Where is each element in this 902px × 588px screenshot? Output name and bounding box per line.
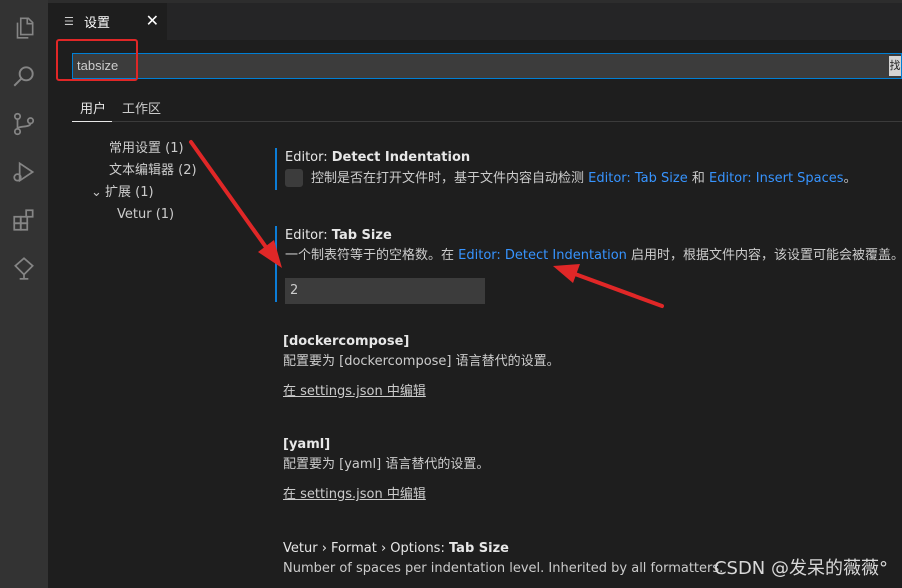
setting-description: 控制是否在打开文件时，基于文件内容自动检测 Editor: Tab Size 和… (285, 168, 902, 189)
tab-settings-label: 设置 (84, 16, 111, 31)
setting-name: Detect Indentation (331, 150, 471, 165)
tab-size-input[interactable]: 2 (285, 278, 485, 304)
link-editor-detect-indentation[interactable]: Editor: Detect Indentation (458, 248, 627, 263)
extensions-icon[interactable] (0, 196, 48, 244)
search-value: tabsize (77, 58, 119, 73)
desc-text: 控制是否在打开文件时，基于文件内容自动检测 (311, 171, 589, 186)
setting-title: Editor: Detect Indentation (285, 148, 902, 168)
chevron-down-icon: ⌄ (91, 185, 102, 200)
run-debug-icon[interactable] (0, 148, 48, 196)
activity-bar (0, 0, 48, 588)
desc-text: 一个制表符等于的空格数。在 (285, 248, 459, 263)
toc-item-extensions-label: 扩展 (1) (105, 185, 154, 200)
toc-item-text-editor[interactable]: 文本编辑器 (2) (109, 160, 197, 182)
remote-explorer-icon[interactable] (0, 244, 48, 292)
settings-scope-tabs: 用户 工作区 (72, 90, 902, 122)
setting-name: Tab Size (448, 541, 509, 556)
toc-item-extensions[interactable]: ⌄ 扩展 (1) (91, 182, 154, 204)
watermark: CSDN @发呆的薇薇° (713, 558, 888, 579)
settings-search-input[interactable]: tabsize 找 (72, 53, 902, 79)
edit-in-settings-json-link[interactable]: 在 settings.json 中编辑 (283, 485, 902, 505)
setting-tab-size: Editor: Tab Size 一个制表符等于的空格数。在 Editor: D… (275, 226, 902, 304)
setting-name: Tab Size (331, 228, 392, 243)
setting-description: 一个制表符等于的空格数。在 Editor: Detect Indentation… (285, 246, 902, 266)
desc-text: 和 (687, 171, 709, 186)
editor-tab-bar: ☰ 设置 ✕ (48, 0, 902, 40)
link-editor-insert-spaces[interactable]: Editor: Insert Spaces (709, 171, 844, 186)
search-action-button[interactable]: 找 (889, 56, 901, 76)
setting-detect-indentation: Editor: Detect Indentation 控制是否在打开文件时，基于… (275, 148, 902, 190)
setting-title: Editor: Tab Size (285, 226, 902, 246)
edit-in-settings-json-link[interactable]: 在 settings.json 中编辑 (283, 382, 902, 402)
setting-title: [yaml] (283, 435, 902, 455)
setting-name: [dockercompose] (283, 334, 410, 349)
source-control-icon[interactable] (0, 100, 48, 148)
setting-title: [dockercompose] (283, 332, 902, 352)
setting-category: Vetur › Format › Options: (283, 541, 449, 556)
detect-indentation-checkbox[interactable] (285, 168, 303, 187)
setting-category: Editor: (285, 228, 332, 243)
tab-workspace[interactable]: 工作区 (122, 98, 161, 117)
link-editor-tab-size[interactable]: Editor: Tab Size (588, 171, 688, 186)
tab-settings[interactable]: ☰ 设置 ✕ (48, 3, 167, 40)
search-icon[interactable] (0, 52, 48, 100)
toc-item-vetur[interactable]: Vetur (1) (117, 204, 174, 226)
setting-category: Editor: (285, 150, 332, 165)
desc-text: 。 (843, 171, 857, 186)
setting-dockercompose: [dockercompose] 配置要为 [dockercompose] 语言替… (275, 332, 902, 402)
setting-yaml: [yaml] 配置要为 [yaml] 语言替代的设置。 在 settings.j… (275, 435, 902, 505)
tab-user[interactable]: 用户 (80, 98, 106, 117)
active-tab-underline (72, 121, 112, 122)
explorer-icon[interactable] (0, 4, 48, 52)
toc-item-common[interactable]: 常用设置 (1) (109, 138, 184, 160)
setting-description: 配置要为 [dockercompose] 语言替代的设置。 (283, 354, 560, 369)
close-icon[interactable]: ✕ (146, 12, 159, 30)
annotation-arrow-toc (189, 140, 270, 252)
setting-name: [yaml] (283, 437, 331, 452)
settings-list-icon: ☰ (64, 15, 74, 28)
setting-description: 配置要为 [yaml] 语言替代的设置。 (283, 457, 490, 472)
desc-text: 启用时，根据文件内容，该设置可能会被覆盖。 (626, 248, 902, 263)
